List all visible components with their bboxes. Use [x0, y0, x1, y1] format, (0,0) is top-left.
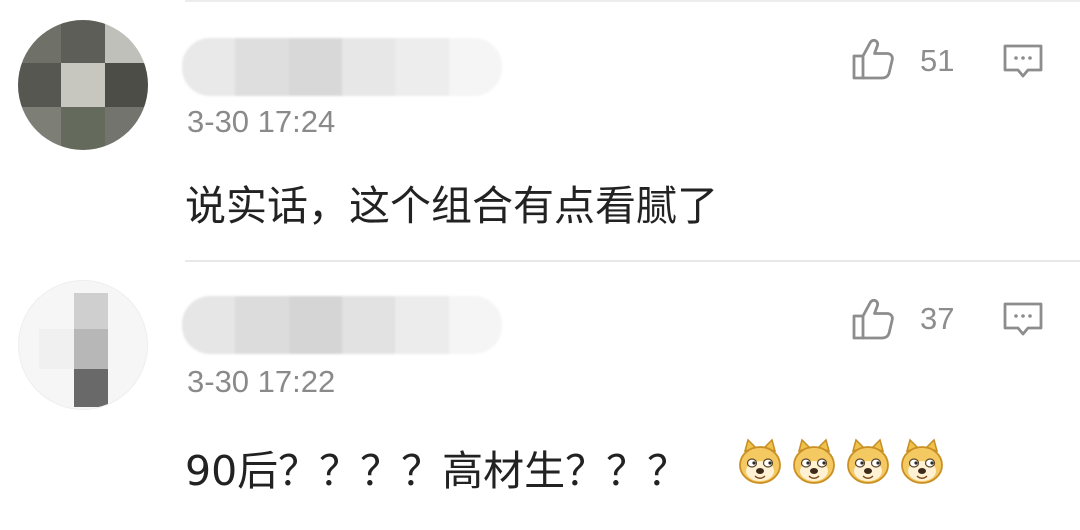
emoji-row: [734, 436, 948, 488]
like-count: 51: [920, 43, 955, 78]
doge-emoji-icon: [847, 438, 889, 484]
username-redacted[interactable]: [182, 38, 502, 96]
thumbs-up-icon[interactable]: [850, 295, 896, 341]
comment-bubble-icon[interactable]: [1002, 42, 1044, 82]
thumbs-up-icon[interactable]: [850, 35, 896, 81]
comment-timestamp: 3-30 17:24: [187, 104, 336, 139]
comment-item: 3-30 17:22 90后？？？？高材生？？？ 37: [0, 260, 1080, 520]
like-count: 37: [920, 301, 955, 336]
comment-text: 说实话，这个组合有点看腻了: [185, 182, 718, 230]
doge-emoji-icon: [739, 438, 781, 484]
doge-emoji-icon: [901, 438, 943, 484]
doge-emoji-icon: [793, 438, 835, 484]
comment-timestamp: 3-30 17:22: [187, 364, 336, 399]
comment-item: 3-30 17:24 说实话，这个组合有点看腻了 51: [0, 0, 1080, 260]
username-redacted[interactable]: [182, 296, 502, 354]
user-avatar[interactable]: [18, 20, 148, 150]
comment-text: 90后？？？？高材生？？？: [185, 447, 689, 495]
user-avatar[interactable]: [18, 280, 148, 410]
comment-bubble-icon[interactable]: [1002, 300, 1044, 340]
